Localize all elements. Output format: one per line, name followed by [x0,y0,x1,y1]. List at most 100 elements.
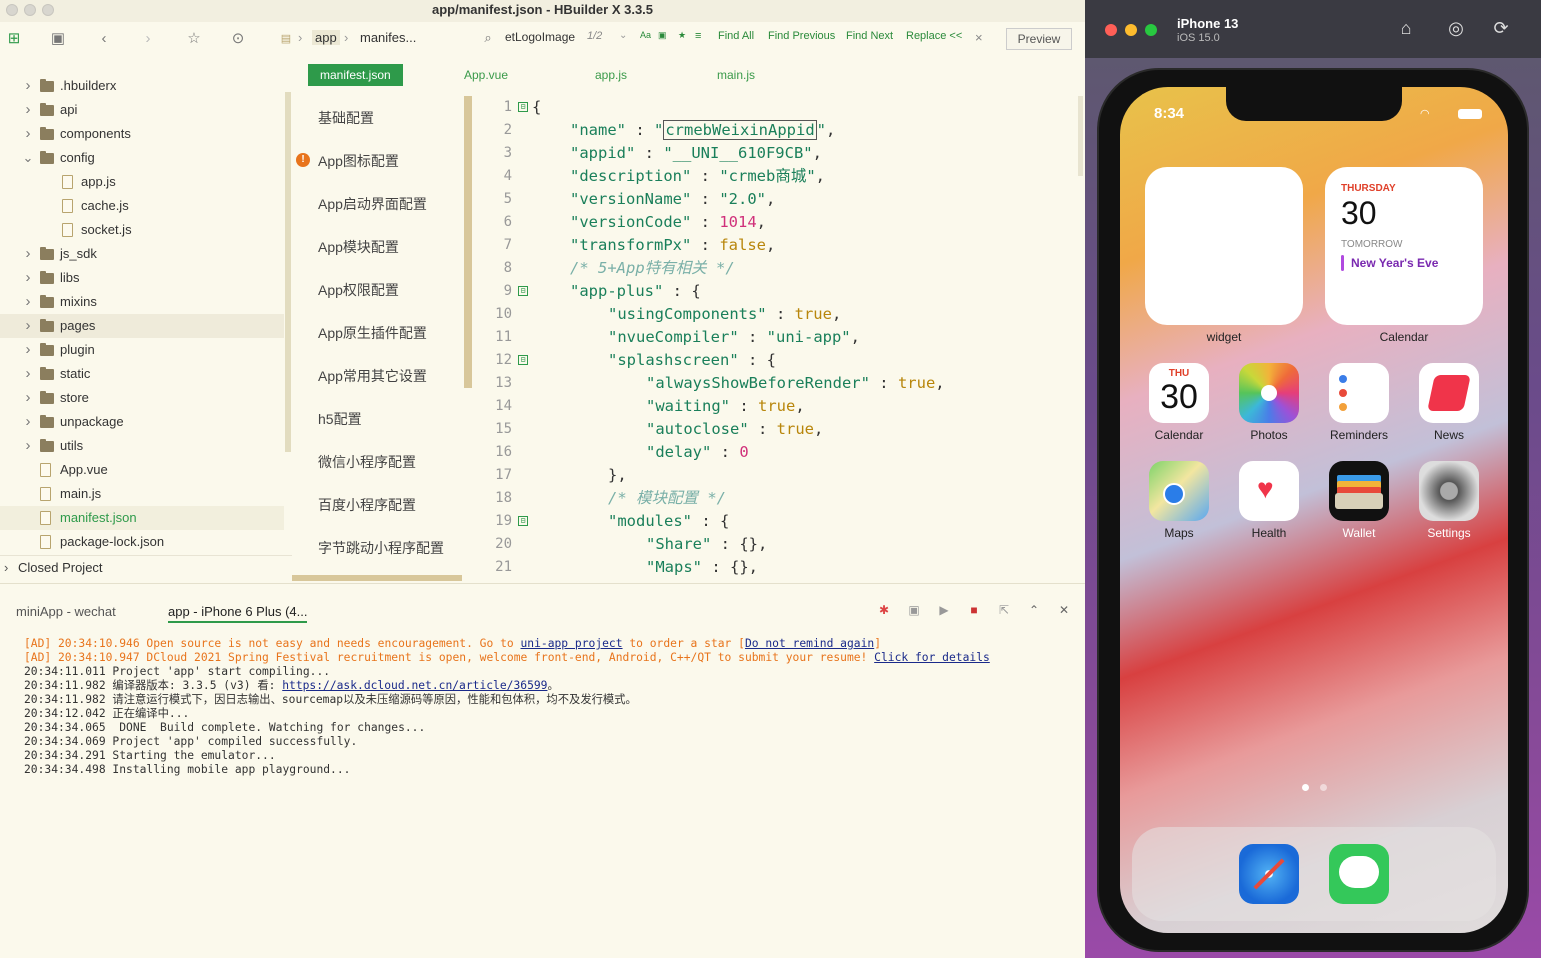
tree-item-folder[interactable]: › .hbuilderx [0,74,284,98]
chevron-right-icon[interactable]: › [22,338,34,362]
code-editor[interactable]: 1 ⊟ {2 "name" : " crmebWeixinAppid ", 3 "appid"… [472,94,1077,578]
window-close-button[interactable] [6,4,18,16]
config-nav-item[interactable]: App启动界面配置 [318,194,427,214]
tree-item-folder[interactable]: › pages [0,314,284,338]
replace-toggle-button[interactable]: Replace << [906,30,962,42]
page-dot-active[interactable] [1302,784,1309,791]
calendar-app-icon[interactable]: THU 30 [1149,363,1209,423]
window-zoom-button[interactable] [42,4,54,16]
forward-icon[interactable]: › [138,28,158,48]
safari-icon[interactable] [1239,844,1299,904]
console-link[interactable]: Click for details [874,651,990,664]
console-tab[interactable]: miniApp - wechat [16,604,116,619]
editor-tab[interactable]: manifest.json [308,64,403,86]
match-case-icon[interactable]: Aa [640,30,651,40]
save-icon[interactable]: ▣ [48,28,68,48]
editor-tab[interactable]: app.js [595,64,627,86]
find-input[interactable]: etLogoImage [505,30,575,44]
messages-icon[interactable] [1329,844,1389,904]
config-nav-item[interactable]: 微信小程序配置 [318,452,416,472]
new-file-icon[interactable]: ⊞ [4,28,24,48]
tree-item-folder[interactable]: › static [0,362,284,386]
close-find-icon[interactable]: × [975,30,983,45]
window-minimize-button[interactable] [24,4,36,16]
tree-item-file[interactable]: socket.js [0,218,284,242]
sim-minimize-button[interactable] [1125,24,1137,36]
find-next-button[interactable]: Find Next [846,30,893,42]
chevron-right-icon[interactable]: › [22,98,34,122]
page-dot[interactable] [1320,784,1327,791]
editor-scrollbar[interactable] [1078,96,1083,176]
find-previous-button[interactable]: Find Previous [768,30,835,42]
reminders-icon[interactable] [1329,363,1389,423]
tree-item-folder[interactable]: › mixins [0,290,284,314]
chevron-right-icon[interactable]: › [22,362,34,386]
tree-item-file[interactable]: main.js [0,482,284,506]
tree-item-file[interactable]: App.vue [0,458,284,482]
tree-item-folder[interactable]: › utils [0,434,284,458]
tree-item-folder[interactable]: › plugin [0,338,284,362]
console-link[interactable]: Do not remind again [745,637,874,650]
chevron-right-icon[interactable]: › [22,74,34,98]
chevron-down-icon[interactable]: ⌄ [22,146,34,170]
config-nav-item[interactable]: App原生插件配置 [318,323,427,343]
chevron-right-icon[interactable]: › [22,266,34,290]
back-icon[interactable]: ‹ [94,28,114,48]
breadcrumb-app[interactable]: app [312,30,340,45]
tree-item-folder[interactable]: › js_sdk [0,242,284,266]
config-nav-item[interactable]: 百度小程序配置 [318,495,416,515]
clear-console-icon[interactable]: ✕ [1056,603,1072,619]
chevron-right-icon[interactable]: › [22,290,34,314]
blank-widget[interactable] [1145,167,1303,325]
health-icon[interactable]: ♥ [1239,461,1299,521]
calendar-widget[interactable]: THURSDAY 30 TOMORROW New Year's Eve [1325,167,1483,325]
rerun-icon[interactable]: ▶ [936,603,952,619]
config-nav-hscrollbar[interactable] [292,575,462,581]
fold-toggle-icon[interactable]: ⊟ [518,286,528,296]
console-link[interactable]: https://ask.dcloud.net.cn/article/36599 [282,679,547,692]
stop-icon[interactable]: ■ [966,603,982,619]
tree-item-folder[interactable]: › store [0,386,284,410]
tree-scrollbar[interactable] [285,92,291,452]
photos-icon[interactable] [1239,363,1299,423]
news-icon[interactable] [1419,363,1479,423]
tree-item-file[interactable]: package-lock.json [0,530,284,554]
tree-item-folder[interactable]: ⌄ config [0,146,284,170]
tree-item-folder[interactable]: › libs [0,266,284,290]
tree-item-file[interactable]: manifest.json [0,506,284,530]
editor-tab[interactable]: main.js [717,64,755,86]
camera-screenshot-icon[interactable]: ◎ [1445,18,1467,40]
favorite-star-icon[interactable]: ☆ [184,28,204,48]
regex-icon[interactable]: ★ [678,30,686,41]
find-all-button[interactable]: Find All [718,30,754,42]
console-link[interactable]: uni-app project [521,637,623,650]
maps-icon[interactable] [1149,461,1209,521]
preview-button[interactable]: Preview [1006,28,1072,50]
collapse-panel-icon[interactable]: ⌃ [1026,603,1042,619]
config-nav-item[interactable]: 基础配置 [318,108,374,128]
settings-icon[interactable] [1419,461,1479,521]
chevron-right-icon[interactable]: › [22,410,34,434]
tree-item-file[interactable]: cache.js [0,194,284,218]
breadcrumb-file[interactable]: manifes... [360,30,416,45]
fold-toggle-icon[interactable]: ⊟ [518,355,528,365]
config-nav-item[interactable]: App常用其它设置 [318,366,427,386]
debug-bug-icon[interactable]: ✱ [876,603,892,619]
config-nav-item[interactable]: 字节跳动小程序配置 [318,538,444,558]
tree-item-folder[interactable]: › api [0,98,284,122]
tree-item-file[interactable]: app.js [0,170,284,194]
whole-word-icon[interactable]: ▣ [658,30,667,41]
wallet-icon[interactable] [1329,461,1389,521]
config-nav-item[interactable]: App模块配置 [318,237,399,257]
closed-project-section[interactable]: › Closed Project [0,555,292,579]
screenshot-icon[interactable]: ▣ [906,603,922,619]
rotate-icon[interactable]: ⟳ [1490,18,1512,40]
fold-toggle-icon[interactable]: ⊟ [518,102,528,112]
open-log-icon[interactable]: ⇱ [996,603,1012,619]
config-nav-item[interactable]: App权限配置 [318,280,399,300]
sim-zoom-button[interactable] [1145,24,1157,36]
chevron-right-icon[interactable]: › [22,122,34,146]
chevron-right-icon[interactable]: › [22,314,34,338]
editor-tab[interactable]: App.vue [464,64,508,86]
fold-toggle-icon[interactable]: ⊟ [518,516,528,526]
